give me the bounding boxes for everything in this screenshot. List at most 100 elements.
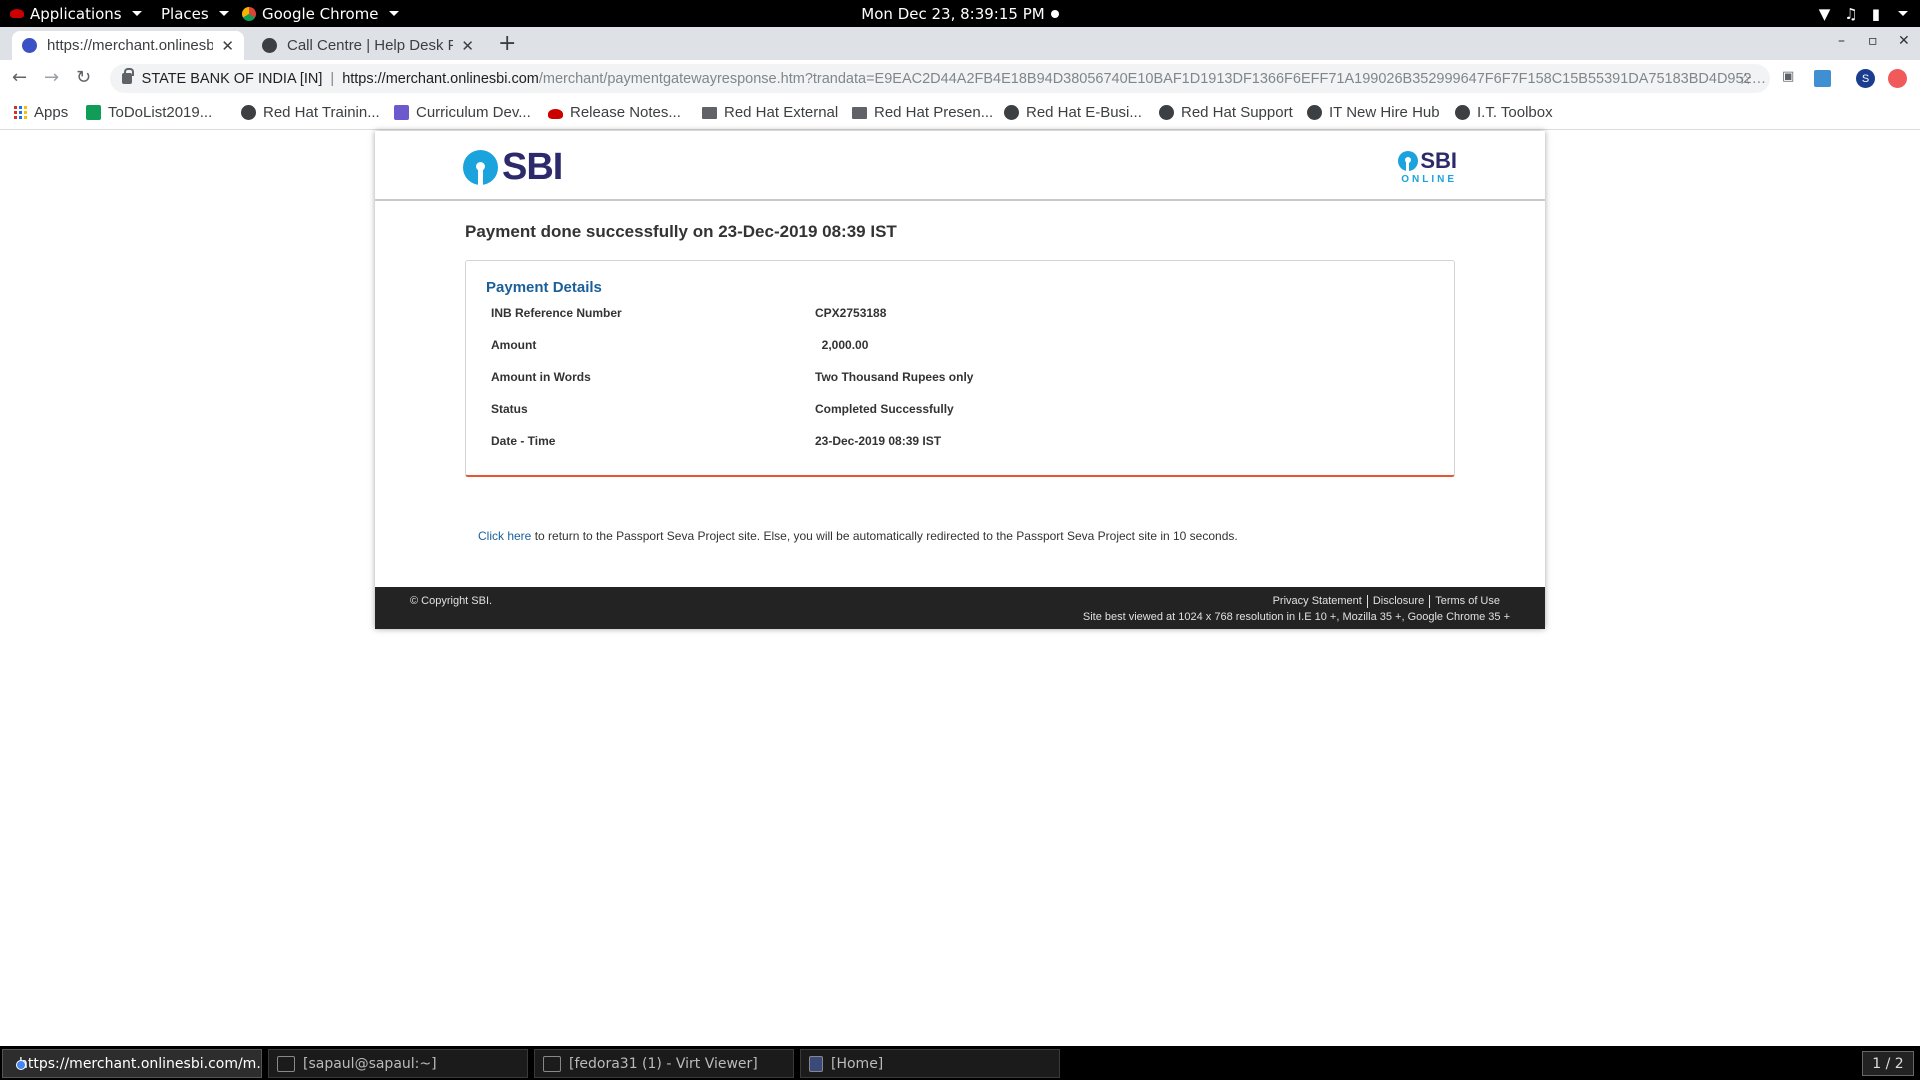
extension-image-icon[interactable] — [1814, 70, 1831, 87]
detail-label: Status — [491, 402, 528, 416]
detail-value: Completed Successfully — [815, 402, 954, 416]
folder-icon — [702, 106, 717, 119]
redirect-notice: Click here to return to the Passport Sev… — [478, 529, 1238, 543]
reload-button[interactable]: ↻ — [76, 67, 91, 88]
maximize-button[interactable]: ▫ — [1868, 33, 1878, 49]
globe-icon — [1455, 105, 1470, 120]
payment-details-box: Payment Details INB Reference Number CPX… — [465, 260, 1455, 477]
site-favicon-icon — [22, 38, 37, 53]
taskbar-item-home[interactable]: [Home] — [800, 1049, 1060, 1078]
payment-details-title: Payment Details — [486, 279, 602, 296]
new-tab-button[interactable]: + — [498, 31, 516, 56]
back-button[interactable]: ← — [12, 67, 27, 88]
taskbar-item-virt-viewer[interactable]: [fedora31 (1) - Virt Viewer] — [534, 1049, 794, 1078]
folder-icon — [852, 106, 867, 119]
bookmark-label: Red Hat External — [724, 104, 839, 121]
bookmark-redhat-training[interactable]: Red Hat Trainin... — [241, 104, 380, 121]
extension-badge-icon[interactable] — [1888, 69, 1907, 88]
monitor-icon — [543, 1055, 561, 1072]
bookmark-label: Red Hat Support — [1181, 104, 1293, 121]
taskbar-item-label: [Home] — [831, 1055, 884, 1072]
chevron-down-icon — [1898, 11, 1908, 16]
file-manager-icon — [809, 1055, 823, 1072]
browser-toolbar: ← → ↻ STATE BANK OF INDIA [IN] | https:/… — [0, 60, 1920, 97]
bookmark-release-notes[interactable]: Release Notes... — [548, 104, 681, 121]
tab-title: Call Centre | Help Desk Pa — [287, 37, 454, 54]
tab-merchant-sbi[interactable]: https://merchant.onlinesbi ✕ — [12, 31, 244, 60]
bookmark-redhat-support[interactable]: Red Hat Support — [1159, 104, 1293, 121]
click-here-link[interactable]: Click here — [478, 529, 531, 543]
best-viewed-note: Site best viewed at 1024 x 768 resolutio… — [1082, 611, 1510, 623]
sbi-logo-text: SBI — [502, 146, 563, 188]
copyright-text: © Copyright SBI. — [410, 595, 493, 607]
sbi-keyhole-icon — [463, 150, 498, 185]
system-status-area[interactable]: ▼ ♫ ▮ — [1819, 0, 1908, 27]
page-footer: © Copyright SBI. Privacy Statement Discl… — [375, 587, 1545, 629]
bookmark-curriculum[interactable]: Curriculum Dev... — [394, 104, 531, 121]
url-host: https://merchant.onlinesbi.com — [342, 70, 539, 87]
bookmark-it-toolbox[interactable]: I.T. Toolbox — [1455, 104, 1553, 121]
sbi-online-logo-text: SBI — [1420, 148, 1457, 173]
bookmark-label: Apps — [34, 104, 69, 121]
window-list-taskbar: https://merchant.onlinesbi.com/m... [sap… — [0, 1046, 1920, 1080]
notification-dot-icon — [1050, 9, 1059, 18]
terms-of-use-link[interactable]: Terms of Use — [1430, 595, 1505, 608]
close-icon[interactable]: ✕ — [221, 37, 234, 55]
bookmark-label: Curriculum Dev... — [416, 104, 531, 121]
detail-label: Amount — [491, 338, 537, 352]
bookmark-label: Red Hat Presen... — [874, 104, 994, 121]
detail-label: Date - Time — [491, 434, 556, 448]
lock-icon[interactable] — [122, 68, 134, 84]
sbi-keyhole-icon — [1398, 151, 1419, 171]
close-window-button[interactable]: ✕ — [1898, 33, 1910, 49]
clock[interactable]: Mon Dec 23, 8:39:15 PM — [0, 0, 1920, 27]
globe-icon — [1004, 105, 1019, 120]
close-icon[interactable]: ✕ — [461, 37, 474, 55]
divider: | — [330, 70, 335, 87]
redhat-icon — [548, 109, 563, 119]
bookmark-label: Red Hat E-Busi... — [1026, 104, 1142, 121]
bookmarks-bar: Apps ToDoList2019... Red Hat Trainin... … — [0, 97, 1920, 130]
privacy-statement-link[interactable]: Privacy Statement — [1268, 595, 1368, 608]
globe-icon — [1159, 105, 1174, 120]
footer-links: Privacy Statement Disclosure Terms of Us… — [1268, 595, 1505, 608]
sbi-header: SBI SBI ONLINE — [375, 131, 1545, 201]
bookmark-redhat-external[interactable]: Red Hat External — [702, 104, 838, 121]
detail-value: 2,000.00 — [815, 338, 869, 352]
minimize-button[interactable]: – — [1838, 33, 1845, 49]
bookmark-label: Release Notes... — [570, 104, 681, 121]
detail-value: CPX2753188 — [815, 306, 887, 320]
redirect-text: to return to the Passport Seva Project s… — [531, 529, 1238, 543]
forward-button[interactable]: → — [44, 67, 59, 88]
url-path: /merchant/paymentgatewayresponse.htm?tra… — [538, 70, 1770, 87]
bookmark-it-new-hire[interactable]: IT New Hire Hub — [1307, 104, 1440, 121]
taskbar-item-label: [fedora31 (1) - Virt Viewer] — [569, 1055, 758, 1072]
apps-grid-icon — [14, 106, 27, 119]
address-bar[interactable]: STATE BANK OF INDIA [IN] | https://merch… — [110, 64, 1770, 93]
volume-icon: ♫ — [1844, 4, 1858, 23]
bookmark-todolist[interactable]: ToDoList2019... — [86, 104, 212, 121]
sheet-icon — [86, 105, 101, 120]
workspace-switcher[interactable]: 1 / 2 — [1862, 1051, 1914, 1076]
tab-title: https://merchant.onlinesbi — [47, 37, 214, 54]
extension-icon[interactable]: ▣ — [1782, 69, 1794, 84]
detail-value: 23-Dec-2019 08:39 IST — [815, 434, 942, 448]
globe-icon — [241, 105, 256, 120]
taskbar-item-terminal[interactable]: [sapaul@sapaul:~] — [268, 1049, 528, 1078]
tab-call-centre[interactable]: Call Centre | Help Desk Pa ✕ — [252, 31, 484, 60]
taskbar-item-label: https://merchant.onlinesbi.com/m... — [19, 1055, 262, 1072]
system-top-bar: Applications Places Google Chrome Mon De… — [0, 0, 1920, 27]
taskbar-item-chrome[interactable]: https://merchant.onlinesbi.com/m... — [2, 1049, 262, 1078]
bookmark-redhat-ebusiness[interactable]: Red Hat E-Busi... — [1004, 104, 1142, 121]
clock-text: Mon Dec 23, 8:39:15 PM — [861, 4, 1045, 23]
sbi-online-subtext: ONLINE — [1401, 174, 1457, 185]
site-identity: STATE BANK OF INDIA [IN] — [141, 70, 323, 87]
bookmark-apps[interactable]: Apps — [14, 104, 68, 121]
bookmark-label: IT New Hire Hub — [1329, 104, 1440, 121]
detail-label: Amount in Words — [491, 370, 591, 384]
page-viewport: SBI SBI ONLINE Payment done successfully… — [0, 131, 1920, 1046]
profile-avatar[interactable]: S — [1856, 69, 1875, 88]
bookmark-redhat-presentations[interactable]: Red Hat Presen... — [852, 104, 993, 121]
disclosure-link[interactable]: Disclosure — [1368, 595, 1431, 608]
bookmark-star-icon[interactable]: ☆ — [1738, 69, 1752, 88]
